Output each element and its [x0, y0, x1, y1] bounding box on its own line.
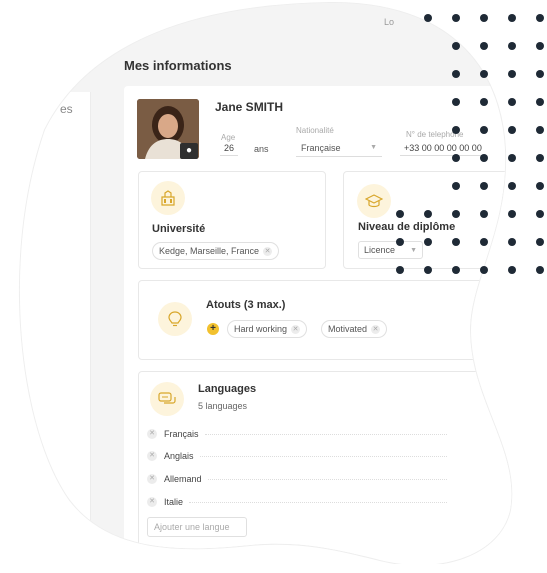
decor-dot	[480, 266, 488, 274]
decor-dot	[452, 238, 460, 246]
decor-dot	[480, 182, 488, 190]
decor-dot	[508, 126, 516, 134]
decor-dot	[508, 238, 516, 246]
dot-grid-decoration	[396, 14, 544, 274]
decor-dot	[452, 182, 460, 190]
decor-dot	[480, 98, 488, 106]
decor-dot	[536, 210, 544, 218]
decor-dot	[480, 14, 488, 22]
decor-dot	[396, 238, 404, 246]
decor-dot	[480, 154, 488, 162]
decor-dot	[508, 266, 516, 274]
decor-dot	[424, 14, 432, 22]
decor-dot	[452, 70, 460, 78]
decor-dot	[536, 182, 544, 190]
decor-dot	[536, 14, 544, 22]
decor-dot	[480, 70, 488, 78]
decor-dot	[536, 70, 544, 78]
decor-dot	[480, 42, 488, 50]
decor-dot	[480, 126, 488, 134]
decor-dot	[396, 210, 404, 218]
decor-dot	[396, 266, 404, 274]
decor-dot	[424, 266, 432, 274]
decor-dot	[480, 238, 488, 246]
decor-dot	[508, 98, 516, 106]
decor-dot	[508, 70, 516, 78]
decor-dot	[452, 98, 460, 106]
decor-dot	[508, 210, 516, 218]
decor-dot	[480, 210, 488, 218]
decor-dot	[424, 238, 432, 246]
decor-dot	[536, 126, 544, 134]
decor-dot	[452, 42, 460, 50]
stage: Lo es Mes informations ● Jane SMITH Age …	[0, 0, 547, 564]
decor-dot	[452, 266, 460, 274]
decor-dot	[536, 238, 544, 246]
decor-dot	[508, 154, 516, 162]
decor-dot	[424, 210, 432, 218]
decor-dot	[536, 154, 544, 162]
decor-dot	[536, 98, 544, 106]
decor-dot	[536, 266, 544, 274]
decor-dot	[536, 42, 544, 50]
decor-dot	[508, 14, 516, 22]
decor-dot	[508, 182, 516, 190]
decor-dot	[452, 126, 460, 134]
decor-dot	[452, 154, 460, 162]
decor-dot	[508, 42, 516, 50]
decor-dot	[452, 210, 460, 218]
decor-dot	[452, 14, 460, 22]
